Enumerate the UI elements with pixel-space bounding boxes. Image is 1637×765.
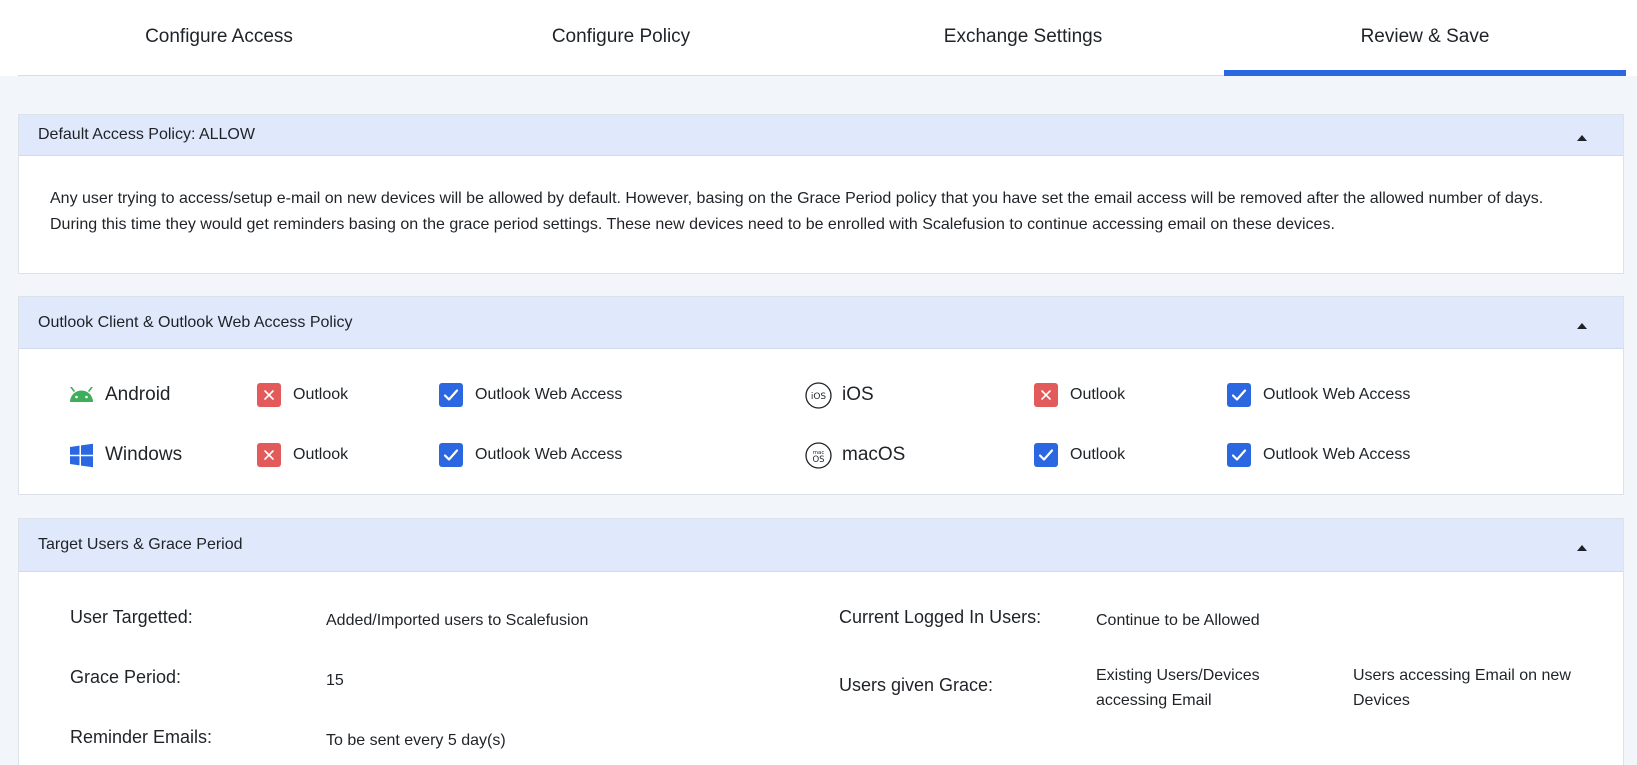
windows-owa-option[interactable]: Outlook Web Access [439, 443, 622, 467]
tab-configure-policy[interactable]: Configure Policy [420, 0, 822, 75]
option-label: Outlook Web Access [1263, 386, 1411, 403]
current-logged-users-value: Continue to be Allowed [1096, 612, 1260, 629]
tab-bar: Configure Access Configure Policy Exchan… [18, 0, 1626, 76]
windows-icon [68, 442, 95, 469]
option-label: Outlook Web Access [475, 386, 623, 403]
outlook-access-policy-panel: Outlook Client & Outlook Web Access Poli… [18, 296, 1624, 495]
checked-checkbox-icon[interactable] [1034, 443, 1058, 467]
current-logged-users-label: Current Logged In Users: [839, 607, 1042, 627]
checked-checkbox-icon[interactable] [439, 443, 463, 467]
tab-configure-access[interactable]: Configure Access [18, 0, 420, 75]
users-given-grace-label: Users given Grace: [839, 675, 994, 695]
policy-text-line: During this time they would get reminder… [50, 216, 1335, 233]
platform-android: Android [68, 380, 171, 410]
grace-value-line: Devices [1353, 692, 1410, 709]
option-label: Outlook [293, 386, 349, 403]
option-label: Outlook [1070, 386, 1126, 403]
macos-icon: mac OS [805, 441, 832, 469]
option-label: Outlook [1070, 446, 1126, 463]
reminder-emails-value: To be sent every 5 day(s) [326, 732, 506, 749]
macos-badge-bottom: OS [812, 455, 824, 465]
default-access-policy-panel: Default Access Policy: ALLOW Any user tr… [18, 114, 1624, 274]
platform-label: Windows [105, 444, 183, 465]
option-label: Outlook Web Access [475, 446, 623, 463]
policy-description: Any user trying to access/setup e-mail o… [19, 156, 1623, 238]
grace-value-line: Users accessing Email on new [1353, 667, 1571, 684]
platform-row: Android Outlook Outlook Web Access iOS i… [19, 380, 1623, 410]
checked-checkbox-icon[interactable] [439, 383, 463, 407]
platform-grid: Android Outlook Outlook Web Access iOS i… [19, 349, 1623, 495]
android-owa-option[interactable]: Outlook Web Access [439, 383, 622, 407]
tab-exchange-settings[interactable]: Exchange Settings [822, 0, 1224, 75]
collapse-caret-icon[interactable] [1577, 135, 1587, 141]
windows-outlook-option[interactable]: Outlook [257, 443, 348, 467]
user-targetted-label: User Targetted: [70, 607, 193, 627]
grace-value-line: accessing Email [1096, 692, 1212, 709]
platform-label: iOS [842, 384, 874, 405]
platform-macos: mac OS macOS [805, 440, 905, 470]
users-given-grace-existing: Existing Users/Devices accessing Email [1096, 663, 1260, 713]
ios-badge-text: iOS [811, 392, 827, 402]
target-users-header[interactable]: Target Users & Grace Period [19, 519, 1623, 572]
grace-period-label: Grace Period: [70, 667, 182, 687]
platform-windows: Windows [68, 440, 182, 470]
policy-text-line: Any user trying to access/setup e-mail o… [50, 190, 1544, 207]
user-targetted-value: Added/Imported users to Scalefusion [326, 612, 589, 629]
collapse-caret-icon[interactable] [1577, 322, 1587, 329]
ios-outlook-option[interactable]: Outlook [1034, 383, 1125, 407]
reminder-emails-label: Reminder Emails: [70, 727, 213, 747]
platform-label: Android [105, 384, 171, 405]
platform-row: Windows Outlook Outlook Web Access mac O… [19, 440, 1623, 470]
cross-checkbox-icon[interactable] [1034, 383, 1058, 407]
target-users-panel: Target Users & Grace Period User Targett… [18, 518, 1624, 765]
outlook-access-policy-header[interactable]: Outlook Client & Outlook Web Access Poli… [19, 297, 1623, 349]
android-icon [68, 382, 95, 409]
default-access-policy-header[interactable]: Default Access Policy: ALLOW [19, 115, 1623, 156]
checked-checkbox-icon[interactable] [1227, 443, 1251, 467]
cross-checkbox-icon[interactable] [257, 443, 281, 467]
ios-icon: iOS [805, 381, 832, 409]
tab-review-save[interactable]: Review & Save [1224, 0, 1626, 76]
platform-label: macOS [842, 444, 906, 465]
panel-title: Outlook Client & Outlook Web Access Poli… [38, 313, 353, 331]
users-given-grace-new-devices: Users accessing Email on new Devices [1353, 663, 1571, 713]
collapse-caret-icon[interactable] [1577, 545, 1587, 551]
macos-outlook-option[interactable]: Outlook [1034, 443, 1125, 467]
android-outlook-option[interactable]: Outlook [257, 383, 348, 407]
ios-owa-option[interactable]: Outlook Web Access [1227, 383, 1410, 407]
macos-owa-option[interactable]: Outlook Web Access [1227, 443, 1410, 467]
wizard-tabs: Configure Access Configure Policy Exchan… [0, 0, 1637, 76]
platform-ios: iOS iOS [805, 380, 874, 410]
panel-title: Target Users & Grace Period [38, 536, 243, 553]
cross-checkbox-icon[interactable] [257, 383, 281, 407]
panel-title: Default Access Policy: ALLOW [38, 126, 255, 143]
grace-value-line: Existing Users/Devices [1096, 667, 1260, 684]
option-label: Outlook [293, 446, 349, 463]
grace-period-value: 15 [326, 672, 344, 689]
checked-checkbox-icon[interactable] [1227, 383, 1251, 407]
option-label: Outlook Web Access [1263, 446, 1411, 463]
